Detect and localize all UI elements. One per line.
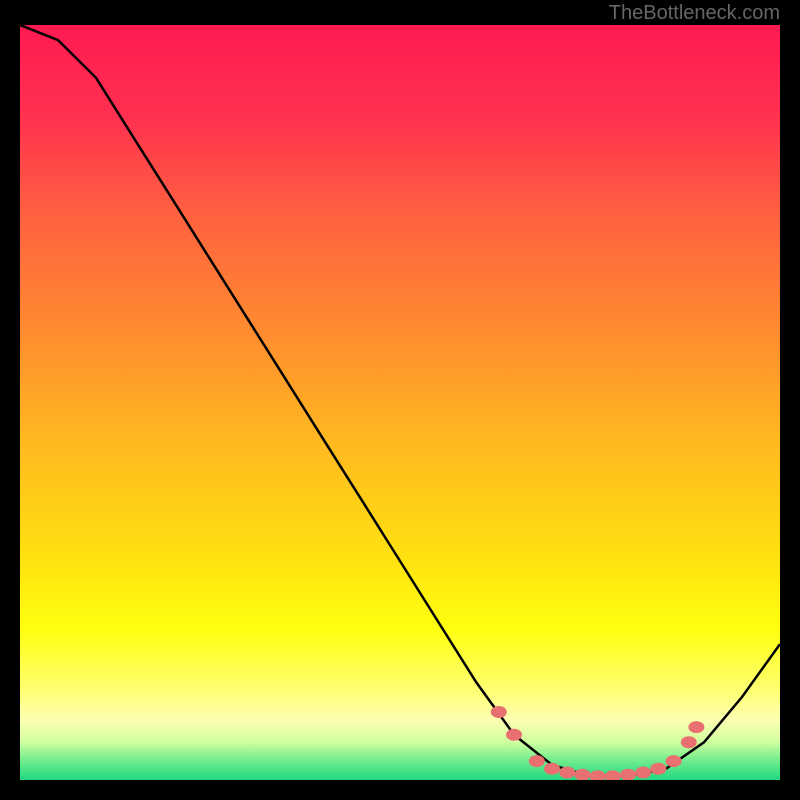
marker-point xyxy=(559,767,575,779)
marker-point xyxy=(681,736,697,748)
marker-point xyxy=(650,763,666,775)
marker-point xyxy=(590,770,606,780)
marker-point xyxy=(529,755,545,767)
curve-line xyxy=(20,25,780,776)
watermark-text: TheBottleneck.com xyxy=(609,2,780,25)
marker-point xyxy=(635,767,651,779)
marker-point xyxy=(574,769,590,780)
marker-point xyxy=(666,755,682,767)
marker-point xyxy=(688,721,704,733)
chart-curve xyxy=(20,25,780,780)
marker-point xyxy=(506,729,522,741)
marker-point xyxy=(605,770,621,780)
marker-point xyxy=(544,763,560,775)
marker-point xyxy=(491,706,507,718)
marker-point xyxy=(620,769,636,780)
plot-area xyxy=(20,25,780,780)
